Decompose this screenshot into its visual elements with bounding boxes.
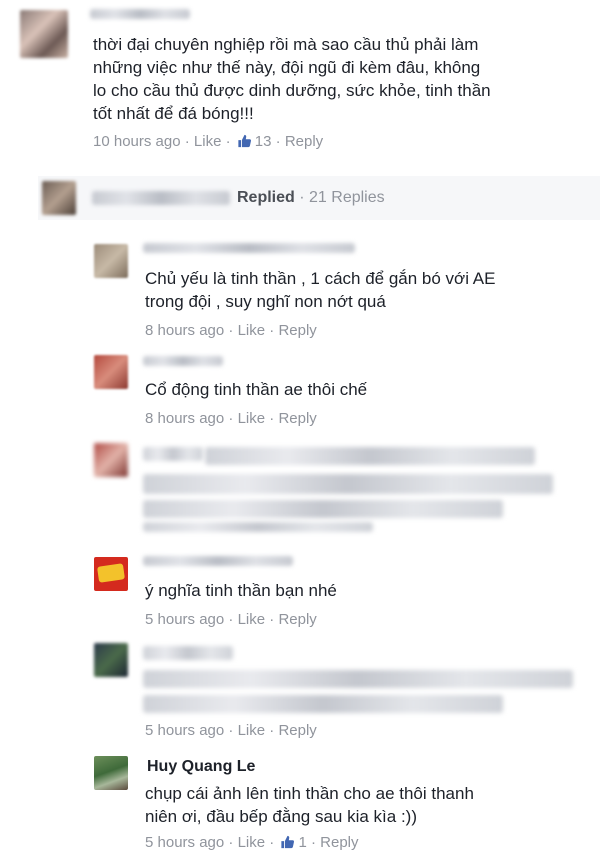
like-link[interactable]: Like <box>238 611 266 628</box>
blurred-text <box>143 474 553 494</box>
blurred-text <box>143 670 573 688</box>
reply-link[interactable]: Reply <box>320 834 358 851</box>
timestamp[interactable]: 5 hours ago <box>145 722 224 739</box>
replier-name[interactable]: Huy Quang Le <box>147 758 255 776</box>
like-count[interactable]: 13 <box>255 133 272 150</box>
separator: · <box>228 834 234 851</box>
replies-count: 21 Replies <box>309 189 385 206</box>
reply-meta: 8 hours ago · Like · Reply <box>145 410 317 427</box>
like-link[interactable]: Like <box>238 834 266 851</box>
like-count[interactable]: 1 <box>298 834 306 851</box>
separator: · <box>228 722 234 739</box>
replier-name-blurred[interactable] <box>143 356 223 366</box>
comment-meta: 10 hours ago · Like · 13 · Reply <box>93 133 323 150</box>
thumbs-up-icon[interactable] <box>278 834 298 851</box>
avatar <box>42 181 76 215</box>
separator: · <box>275 133 281 150</box>
blurred-meta <box>143 522 373 532</box>
reply-line: niên ơi, đầu bếp đằng sau kia kìa :)) <box>145 807 417 826</box>
blurred-text <box>205 447 535 465</box>
replied-text: Replied <box>237 189 295 206</box>
separator: · <box>228 410 234 427</box>
reply-link[interactable]: Reply <box>278 410 316 427</box>
avatar[interactable] <box>94 756 128 790</box>
avatar[interactable] <box>94 557 128 591</box>
comment-line: những việc như thế này, đội ngũ đi kèm đ… <box>93 58 481 77</box>
comment-line: lo cho cầu thủ được dinh dưỡng, sức khỏe… <box>93 81 491 100</box>
reply-meta: 8 hours ago · Like · Reply <box>145 322 317 339</box>
replier-name-blurred <box>92 191 230 205</box>
logo-icon <box>97 563 125 583</box>
replier-name-blurred[interactable] <box>143 556 293 566</box>
avatar[interactable] <box>94 244 128 278</box>
separator: · <box>225 133 231 150</box>
reply-line: ý nghĩa tinh thần bạn nhé <box>145 581 337 600</box>
blurred-text <box>143 695 503 713</box>
separator: · <box>228 611 234 628</box>
like-link[interactable]: Like <box>238 322 266 339</box>
separator: · <box>184 133 190 150</box>
blurred-text <box>143 500 503 518</box>
like-link[interactable]: Like <box>194 133 222 150</box>
reply-link[interactable]: Reply <box>285 133 323 150</box>
blurred-name[interactable] <box>143 447 203 461</box>
separator: · <box>269 611 275 628</box>
reply-line: Cổ động tinh thần ae thôi chế <box>145 380 368 399</box>
replied-label[interactable]: Replied · 21 Replies <box>237 189 385 207</box>
reply-text: ý nghĩa tinh thần bạn nhé <box>145 579 585 602</box>
reply-link[interactable]: Reply <box>278 722 316 739</box>
timestamp[interactable]: 5 hours ago <box>145 834 224 851</box>
timestamp[interactable]: 5 hours ago <box>145 611 224 628</box>
replier-name-blurred[interactable] <box>143 243 355 253</box>
reply-line: chụp cái ảnh lên tinh thần cho ae thôi t… <box>145 784 474 803</box>
reply-link[interactable]: Reply <box>278 322 316 339</box>
reply-text: chụp cái ảnh lên tinh thần cho ae thôi t… <box>145 782 585 828</box>
separator: · <box>310 834 316 851</box>
avatar[interactable] <box>94 355 128 389</box>
timestamp[interactable]: 8 hours ago <box>145 322 224 339</box>
avatar[interactable] <box>94 443 128 477</box>
comment-line: tốt nhất để đá bóng!!! <box>93 104 254 123</box>
timestamp[interactable]: 10 hours ago <box>93 133 181 150</box>
like-link[interactable]: Like <box>238 722 266 739</box>
comment-text: thời đại chuyên nghiệp rồi mà sao cầu th… <box>93 33 573 125</box>
commenter-name-blurred[interactable] <box>90 9 190 19</box>
reply-text: Chủ yếu là tinh thần , 1 cách để gắn bó … <box>145 267 585 313</box>
blurred-name[interactable] <box>143 646 233 660</box>
separator: · <box>269 722 275 739</box>
reply-meta: 5 hours ago · Like · Reply <box>145 722 317 739</box>
separator: · <box>269 410 275 427</box>
avatar[interactable] <box>94 643 128 677</box>
separator: · <box>269 322 275 339</box>
reply-meta: 5 hours ago · Like · Reply <box>145 611 317 628</box>
separator: · <box>269 834 275 851</box>
separator: · <box>299 189 305 206</box>
reply-link[interactable]: Reply <box>278 611 316 628</box>
reply-line: trong đội , suy nghĩ non nớt quá <box>145 292 386 311</box>
separator: · <box>228 322 234 339</box>
reply-text: Cổ động tinh thần ae thôi chế <box>145 378 585 401</box>
thumbs-up-icon[interactable] <box>235 133 255 150</box>
avatar[interactable] <box>20 10 68 58</box>
like-link[interactable]: Like <box>238 410 266 427</box>
reply-meta: 5 hours ago · Like · 1 · Reply <box>145 834 359 851</box>
comment-line: thời đại chuyên nghiệp rồi mà sao cầu th… <box>93 35 479 54</box>
timestamp[interactable]: 8 hours ago <box>145 410 224 427</box>
reply-line: Chủ yếu là tinh thần , 1 cách để gắn bó … <box>145 269 496 288</box>
